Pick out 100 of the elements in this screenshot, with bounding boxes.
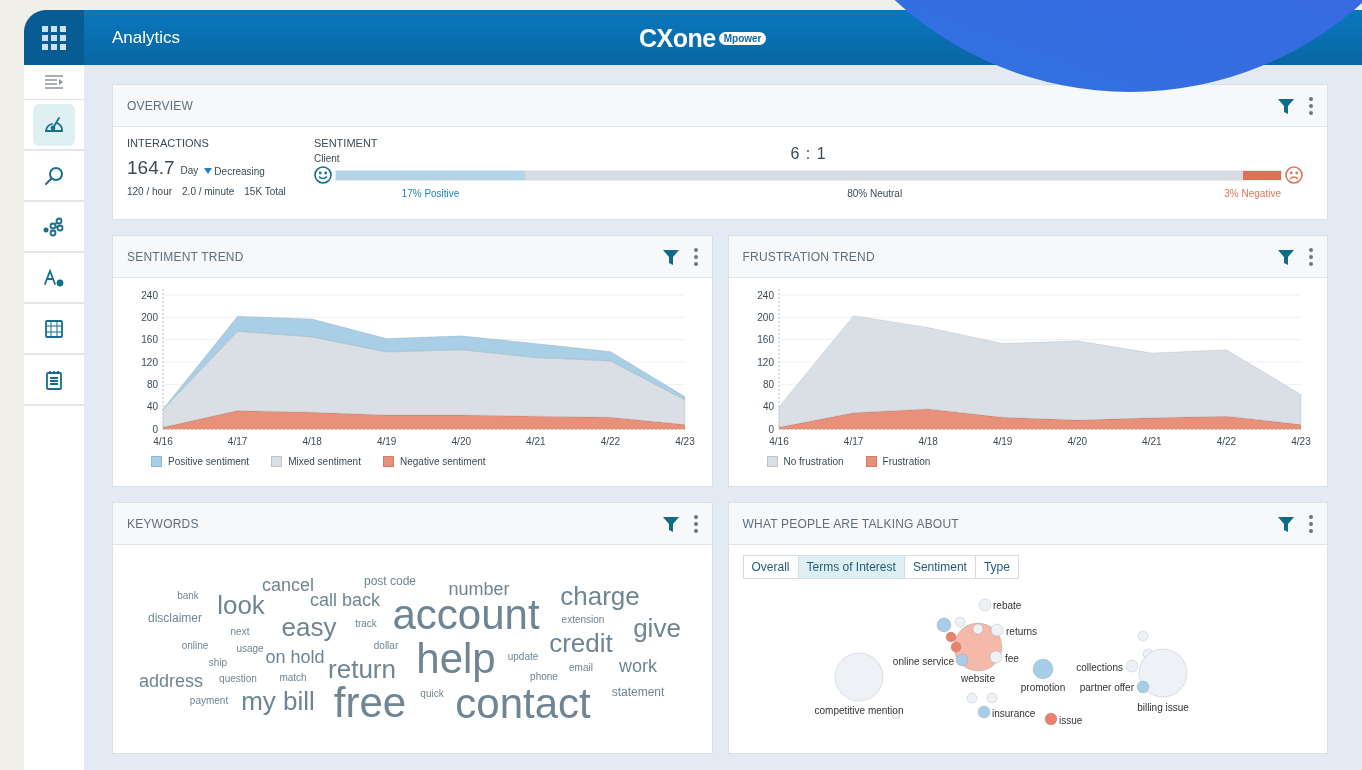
keyword: disclaimer — [148, 612, 202, 624]
keyword: work — [619, 657, 657, 675]
keyword: on hold — [265, 648, 325, 666]
source-label: Client — [314, 153, 341, 164]
card-title: OVERVIEW — [127, 98, 195, 113]
trend-label: Decreasing — [214, 165, 265, 177]
bubble-label: returns — [1005, 626, 1037, 637]
y-tick-label: 80 — [762, 378, 774, 390]
y-tick-label: 0 — [767, 423, 774, 435]
logo-text: CXone — [639, 24, 716, 53]
stat-text: 2.0 / minute — [182, 186, 235, 197]
legend-label: Mixed sentiment — [288, 456, 361, 467]
bubble-label: website — [960, 673, 995, 684]
keyword: bank — [177, 591, 199, 601]
legend-swatch — [271, 456, 283, 467]
keyword: return — [328, 656, 396, 682]
keyword: help — [416, 638, 496, 680]
nodes-icon — [43, 216, 65, 237]
y-tick-label: 120 — [756, 356, 774, 368]
section-label: INTERACTIONS — [127, 137, 210, 149]
tab[interactable]: Terms of Interest — [798, 556, 905, 578]
x-tick-label: 4/20 — [1067, 436, 1087, 447]
kebab-menu-icon — [1309, 96, 1313, 115]
legend-label: Negative sentiment — [399, 456, 486, 467]
keyword: dollar — [373, 641, 399, 651]
card-title: SENTIMENT TREND — [127, 249, 245, 264]
keyword: next — [230, 627, 250, 637]
bubble-label: competitive mention — [814, 705, 903, 716]
more-options-button[interactable] — [693, 247, 698, 266]
filter-button[interactable] — [1277, 247, 1295, 266]
keyword: match — [279, 673, 307, 683]
keyword: give — [633, 615, 681, 641]
keyword: charge — [560, 583, 640, 609]
bubble-label: promotion — [1020, 682, 1065, 693]
keyword: credit — [549, 630, 613, 656]
x-tick-label: 4/23 — [1290, 436, 1311, 447]
legend-swatch — [382, 456, 394, 467]
keyword: contact — [455, 683, 591, 725]
x-tick-label: 4/22 — [600, 436, 621, 447]
kebab-menu-icon — [693, 247, 698, 266]
keyword: post code — [364, 575, 416, 587]
keyword: phone — [530, 672, 558, 682]
filter-icon — [1277, 514, 1295, 533]
bubble-label: partner offer — [1079, 682, 1134, 693]
legend-swatch — [766, 456, 778, 467]
more-options-button[interactable] — [693, 514, 698, 533]
bubble-label: rebate — [992, 600, 1021, 611]
kebab-menu-icon — [1309, 514, 1313, 533]
x-tick-label: 4/18 — [302, 436, 322, 447]
page-title: Analytics — [112, 27, 181, 48]
gauge-icon — [44, 115, 64, 134]
more-options-button[interactable] — [1309, 514, 1313, 533]
legend-label: No frustration — [783, 456, 844, 467]
keyword: statement — [611, 686, 665, 698]
grid-icon — [44, 318, 64, 339]
y-tick-label: 120 — [141, 356, 158, 368]
filter-button[interactable] — [1277, 96, 1295, 115]
x-tick-label: 4/21 — [1141, 436, 1162, 447]
y-tick-label: 40 — [146, 401, 158, 413]
font-settings-icon — [43, 267, 65, 288]
filter-button[interactable] — [1277, 514, 1295, 533]
notepad-icon — [45, 369, 63, 390]
filter-button[interactable] — [661, 247, 680, 266]
y-tick-label: 160 — [141, 334, 158, 346]
card-title: WHAT PEOPLE ARE TALKING ABOUT — [742, 516, 960, 531]
y-tick-label: 240 — [141, 289, 158, 301]
card-title: FRUSTRATION TREND — [742, 249, 876, 264]
keyword: extension — [561, 615, 605, 625]
logo-badge: Mpower — [718, 32, 767, 45]
segment-label: 17% Positive — [400, 188, 461, 199]
smiley-icon — [314, 166, 332, 184]
bubble-label: billing issue — [1136, 702, 1189, 713]
period-label: Day — [180, 165, 199, 176]
filter-button[interactable] — [661, 514, 680, 533]
legend-label: Frustration — [882, 456, 931, 467]
filter-icon — [661, 247, 680, 266]
interactions-value: 164.7 — [127, 157, 175, 179]
x-tick-label: 4/20 — [451, 436, 471, 447]
filter-icon — [661, 514, 680, 533]
collapse-list-icon — [44, 74, 64, 90]
keyword: usage — [236, 644, 264, 654]
keyword: quick — [420, 689, 444, 699]
bubble-label: collections — [1075, 662, 1123, 673]
keyword: call back — [310, 591, 380, 609]
x-tick-label: 4/19 — [377, 436, 397, 447]
legend-label: Positive sentiment — [168, 456, 250, 467]
card-title: KEYWORDS — [127, 516, 200, 531]
app-grid-button[interactable] — [24, 10, 84, 65]
x-tick-label: 4/18 — [917, 436, 938, 447]
more-options-button[interactable] — [1309, 247, 1313, 266]
keyword: look — [217, 592, 265, 618]
sentiment-ratio: 6 : 1 — [790, 145, 827, 164]
more-options-button[interactable] — [1309, 96, 1313, 115]
sad-face-icon — [1285, 166, 1303, 184]
y-tick-label: 240 — [756, 289, 774, 301]
segment-label: 3% Negative — [1224, 188, 1281, 199]
keyword: address — [139, 672, 203, 690]
keyword: ship — [208, 658, 228, 668]
x-tick-label: 4/21 — [526, 436, 546, 447]
stat-text: 120 / hour — [127, 186, 173, 197]
